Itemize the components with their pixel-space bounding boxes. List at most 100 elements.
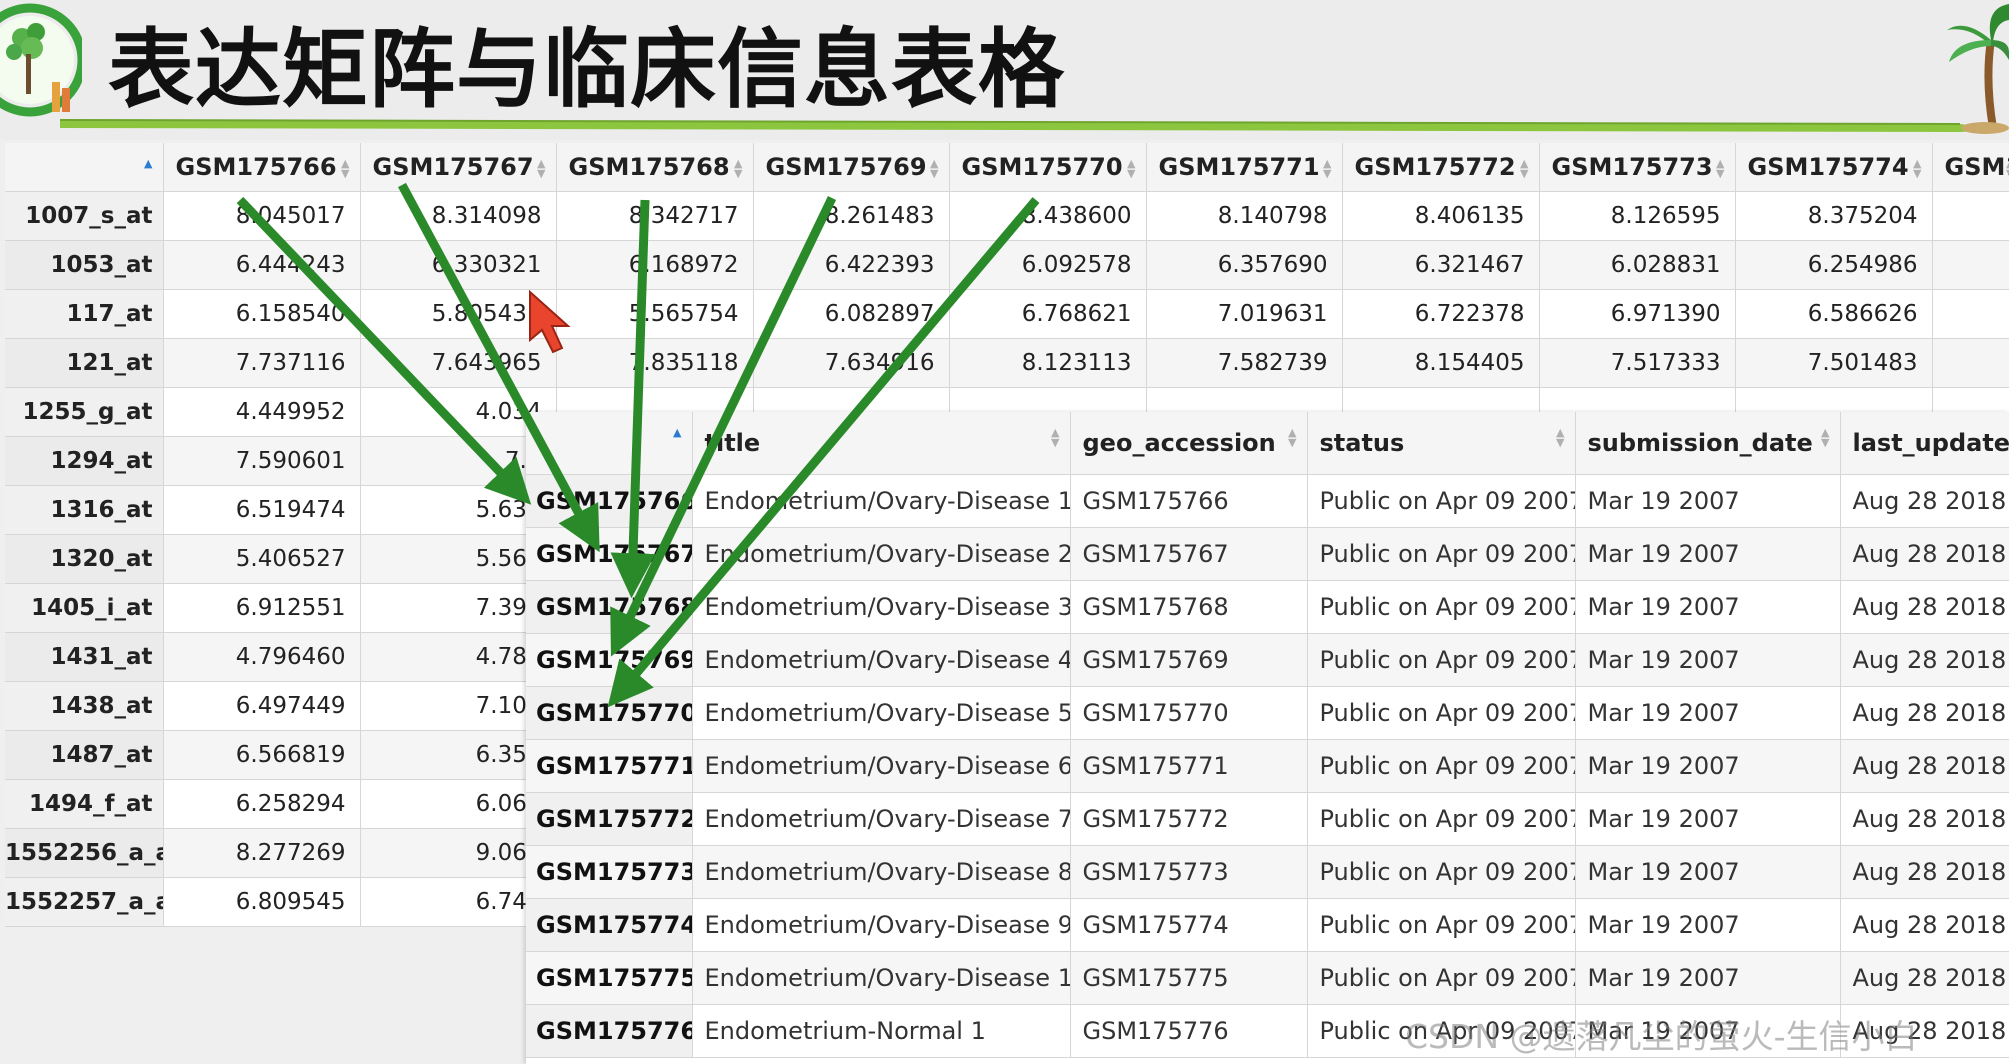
table-cell: Endometrium/Ovary-Disease 2 (692, 527, 1071, 581)
table-cell: 8.342717 (556, 191, 754, 241)
table-cell: GSM175773 (1070, 845, 1308, 899)
clin-column-header[interactable]: submission_date ▲ ▼ (1575, 412, 1841, 475)
table-row: 117_at 6.158540 5.805431 5.565754 6.082897 6.… (5, 289, 2009, 339)
column-header-label: GSM175774 (1747, 152, 1909, 181)
table-cell: Mar 19 2007 (1575, 739, 1841, 793)
table-cell: GSM175774 (1070, 898, 1308, 952)
expr-row-name: 1552256_a_at (5, 828, 164, 878)
table-row: 1007_s_at 8.045017 8.314098 8.342717 8.26148… (5, 191, 2009, 241)
expr-corner-header[interactable]: ▲ (5, 143, 164, 192)
expr-column-header[interactable]: GSM175767 ▲ ▼ (360, 143, 557, 192)
clinical-info-panel[interactable]: ▲ title ▲ ▼ geo_accession ▲ ▼ status ▲ ▼ submissio… (526, 412, 2009, 1064)
table-cell: 7.737116 (163, 338, 361, 388)
sort-icon[interactable]: ▲▼ (1913, 158, 1921, 179)
expr-row-name: 1294_at (5, 436, 164, 486)
clin-row-name: GSM175773 (526, 845, 693, 899)
table-cell: 7.517333 (1539, 338, 1736, 388)
table-cell: 6.912551 (163, 583, 361, 633)
slide-header: 表达矩阵与临床信息表格 (0, 0, 2009, 140)
sort-icon[interactable]: ▲▼ (1716, 158, 1724, 179)
table-row: GSM175767 Endometrium/Ovary-Disease 2 GSM1… (526, 527, 2009, 581)
table-cell: 5.805431 (360, 289, 557, 339)
sort-icon[interactable]: ▲▼ (734, 158, 742, 179)
sort-icon[interactable]: ▲▼ (341, 158, 349, 179)
expr-row-name: 1552257_a_at (5, 877, 164, 927)
clin-column-header[interactable]: geo_accession ▲ ▼ (1070, 412, 1308, 475)
table-cell (1932, 240, 2009, 290)
sort-icon[interactable]: ▲▼ (1127, 158, 1135, 179)
table-cell: Aug 28 2018 (1840, 474, 2009, 528)
expr-column-header[interactable]: GSM175768 ▲ ▼ (556, 143, 754, 192)
table-cell: Mar 19 2007 (1575, 686, 1841, 740)
table-cell: Mar 19 2007 (1575, 474, 1841, 528)
clin-row-name: GSM175767 (526, 527, 693, 581)
table-cell: 4.796460 (163, 632, 361, 682)
table-cell: Aug 28 2018 (1840, 580, 2009, 634)
sort-icon[interactable]: ▲▼ (1051, 427, 1059, 448)
table-cell: Endometrium/Ovary-Disease 9 (692, 898, 1071, 952)
sort-icon[interactable]: ▲ (673, 427, 681, 438)
table-cell: Endometrium/Ovary-Disease 4 (692, 633, 1071, 687)
table-cell: GSM175770 (1070, 686, 1308, 740)
clin-row-name: GSM175772 (526, 792, 693, 846)
table-cell: Endometrium/Ovary-Disease 7 (692, 792, 1071, 846)
table-cell: 8.123113 (949, 338, 1147, 388)
expr-row-name: 117_at (5, 289, 164, 339)
clin-corner-header[interactable]: ▲ (526, 412, 693, 475)
sort-icon[interactable]: ▲▼ (1288, 427, 1296, 448)
expr-row-name: 1053_at (5, 240, 164, 290)
clin-column-header[interactable]: status ▲ ▼ (1307, 412, 1576, 475)
expr-column-header[interactable]: GSM175772 ▲ ▼ (1342, 143, 1540, 192)
table-cell: 6.566819 (163, 730, 361, 780)
sort-icon[interactable]: ▲▼ (1556, 427, 1564, 448)
table-cell: 7.835118 (556, 338, 754, 388)
column-header-label: geo_accession (1082, 428, 1276, 457)
table-cell: 8.045017 (163, 191, 361, 241)
watermark: CSDN @遗落凡尘的萤火-生信小白 (1405, 1017, 1918, 1056)
table-row: GSM175770 Endometrium/Ovary-Disease 5 GSM1… (526, 686, 2009, 740)
sort-icon[interactable]: ▲ (144, 158, 152, 169)
table-cell: Public on Apr 09 2007 (1307, 898, 1576, 952)
table-cell: Aug 28 2018 (1840, 686, 2009, 740)
clin-column-header[interactable]: title ▲ ▼ (692, 412, 1071, 475)
sort-icon[interactable]: ▲▼ (1323, 158, 1331, 179)
clinical-info-table: ▲ title ▲ ▼ geo_accession ▲ ▼ status ▲ ▼ submissio… (526, 412, 2009, 1058)
sort-icon[interactable]: ▲▼ (537, 158, 545, 179)
table-cell: 6.158540 (163, 289, 361, 339)
table-cell: Mar 19 2007 (1575, 527, 1841, 581)
header-underline (59, 119, 2009, 132)
expr-row-name: 1487_at (5, 730, 164, 780)
table-cell: 6.321467 (1342, 240, 1540, 290)
sort-icon[interactable]: ▲▼ (930, 158, 938, 179)
expr-row-name: 1494_f_at (5, 779, 164, 829)
table-cell: Public on Apr 09 2007 (1307, 951, 1576, 1005)
table-row: GSM175773 Endometrium/Ovary-Disease 8 GSM1… (526, 845, 2009, 899)
table-cell: 8.261483 (753, 191, 950, 241)
expr-column-header[interactable]: GSM175769 ▲ ▼ (753, 143, 950, 192)
table-cell: 5.565754 (556, 289, 754, 339)
clin-column-header[interactable]: last_update_d▲▼ (1840, 412, 2009, 475)
expr-column-header[interactable]: GSM175773 ▲ ▼ (1539, 143, 1736, 192)
table-cell: Endometrium/Ovary-Disease 5 (692, 686, 1071, 740)
table-cell: 7.019631 (1146, 289, 1343, 339)
sort-icon[interactable]: ▲▼ (1520, 158, 1528, 179)
column-header-label: status (1319, 428, 1405, 457)
table-cell: GSM175775 (1070, 951, 1308, 1005)
table-cell: Mar 19 2007 (1575, 792, 1841, 846)
sort-icon[interactable]: ▲▼ (1821, 427, 1829, 448)
table-cell: Aug 28 2018 (1840, 739, 2009, 793)
expr-column-header[interactable]: GSM175766 ▲ ▼ (163, 143, 361, 192)
column-header-label: submission_date (1587, 428, 1813, 457)
expr-column-header[interactable]: GSM175770 ▲ ▼ (949, 143, 1147, 192)
table-cell: 8.126595 (1539, 191, 1736, 241)
table-cell: Endometrium/Ovary-Disease 3 (692, 580, 1071, 634)
table-cell: Aug 28 2018 (1840, 845, 2009, 899)
expr-row-name: 1405_i_at (5, 583, 164, 633)
table-row: GSM175771 Endometrium/Ovary-Disease 6 GSM1… (526, 739, 2009, 793)
column-header-label: GSM175771 (1158, 152, 1320, 181)
table-cell: Aug 28 2018 (1840, 527, 2009, 581)
expr-column-header[interactable]: GSM175774 ▲ ▼ (1735, 143, 1933, 192)
expr-column-header[interactable]: GSM1▲▼ (1932, 143, 2009, 192)
clin-row-name: GSM175769 (526, 633, 693, 687)
expr-column-header[interactable]: GSM175771 ▲ ▼ (1146, 143, 1343, 192)
